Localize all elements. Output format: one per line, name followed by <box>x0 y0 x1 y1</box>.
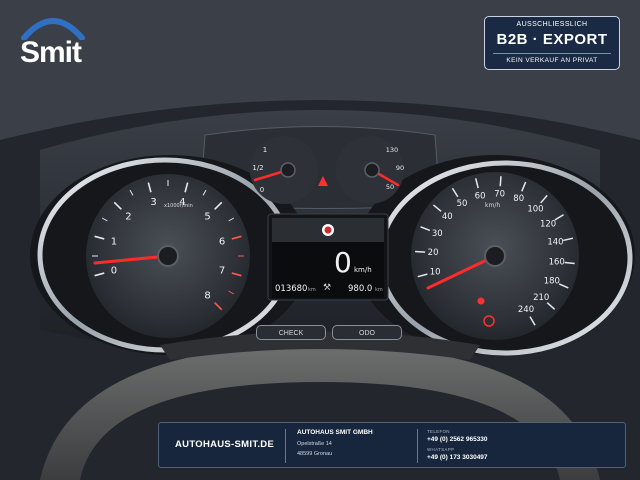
speedometer-tick-label: 20 <box>428 248 439 258</box>
tachometer-hub <box>157 245 179 267</box>
footer-whatsapp: +49 (0) 173 3030497 <box>427 454 488 461</box>
footer-city: 48599 Gronau <box>297 451 333 457</box>
display-speed: 0 <box>334 246 352 279</box>
fuel-hub <box>280 162 296 178</box>
speedometer-tick-label: 120 <box>540 220 556 230</box>
speedometer-tick-label: 80 <box>513 194 524 204</box>
speedometer-tick-label: 240 <box>518 305 534 315</box>
footer-street: Opelstraße 14 <box>297 441 332 447</box>
fuel-gauge-tick-label: 1 <box>263 146 267 154</box>
dealer-logo: Smit <box>14 10 104 70</box>
tachometer-tick-label: 2 <box>125 211 131 222</box>
speedometer-tick-label: 30 <box>432 229 443 239</box>
footer-divider <box>285 429 286 463</box>
footer-phone: +49 (0) 2562 965330 <box>427 436 488 443</box>
speedometer-tick-label: 140 <box>547 238 563 248</box>
speedometer-hub <box>484 245 506 267</box>
speedometer-tick-label: 100 <box>527 205 543 215</box>
speedometer-tick-label: 40 <box>442 212 453 222</box>
check-button[interactable]: CHECK <box>256 325 326 340</box>
tachometer-unit: x1000r/min <box>164 203 193 209</box>
dealer-footer-banner: AUTOHAUS-SMIT.DE AUTOHAUS SMIT GMBH Opel… <box>158 422 626 468</box>
temp-gauge-tick-label: 90 <box>396 164 404 172</box>
tachometer-tick-label: 5 <box>204 211 210 222</box>
display-speed-unit: km/h <box>354 266 372 274</box>
display-odometer: 013680 <box>275 284 308 294</box>
tachometer-tick-label: 1 <box>111 237 117 248</box>
speedometer-tick-label: 10 <box>430 268 441 278</box>
logo-text: Smit <box>20 36 82 69</box>
speedometer-tick-label: 60 <box>475 191 486 201</box>
display-trip: 980.0 <box>348 284 373 294</box>
tachometer-tick-label: 7 <box>219 265 225 276</box>
temp-gauge-tick-label: 130 <box>386 146 398 154</box>
speedometer-tick <box>415 250 426 253</box>
b2b-export-badge: AUSSCHLIESSLICH B2B · EXPORT KEIN VERKAU… <box>484 16 620 70</box>
warning-light-icon <box>477 297 485 305</box>
temp-gauge-tick-label: 50 <box>386 183 394 191</box>
tachometer-tick-label: 3 <box>150 197 156 208</box>
footer-company: AUTOHAUS SMIT GMBH <box>297 429 373 436</box>
footer-phone-label: TELEFON <box>427 429 450 434</box>
tachometer-tick-label: 0 <box>111 265 117 276</box>
fuel-gauge-tick-label: 0 <box>260 186 264 194</box>
trip-wrench-icon: ⚒ <box>323 282 332 292</box>
odo-button[interactable]: ODO <box>332 325 402 340</box>
dashboard-photo: 0123 45678 102030405060 70 8010012014016018… <box>0 0 640 480</box>
badge-bottom-text: KEIN VERKAUF AN PRIVAT <box>506 57 598 64</box>
speedometer-tick <box>499 176 502 187</box>
display-trip-unit: km <box>375 287 383 293</box>
fuel-gauge-tick-label: 1/2 <box>252 164 263 172</box>
display-odometer-unit: km <box>308 287 316 293</box>
badge-top-text: AUSSCHLIESSLICH <box>516 21 588 28</box>
speedometer-tick-label: 50 <box>457 199 468 209</box>
speedometer-unit: km/h <box>485 202 500 209</box>
temp-hub <box>364 162 380 178</box>
speedometer-tick-label: 70 <box>494 190 505 200</box>
tachometer-tick-label: 8 <box>204 291 210 302</box>
tachometer-tick-label: 6 <box>219 237 225 248</box>
badge-main-text: B2B · EXPORT <box>496 31 608 48</box>
speedometer-tick <box>564 261 575 265</box>
speedometer-tick-label: 160 <box>549 257 565 267</box>
badge-divider <box>493 53 611 54</box>
footer-divider <box>417 429 418 463</box>
footer-website: AUTOHAUS-SMIT.DE <box>175 439 275 450</box>
speedometer-tick-label: 180 <box>544 276 560 286</box>
speedometer-tick-label: 210 <box>533 293 549 303</box>
footer-whatsapp-label: WHATSAPP <box>427 447 455 452</box>
